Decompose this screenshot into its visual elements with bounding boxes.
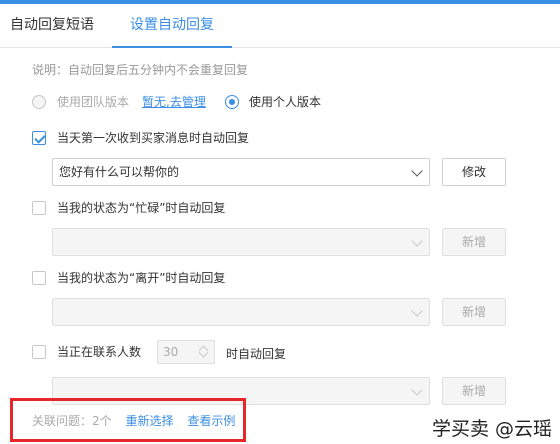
- team-version-radio[interactable]: [32, 95, 46, 109]
- busy-status-checkbox[interactable]: [32, 201, 46, 215]
- first-message-label: 当天第一次收到买家消息时自动回复: [57, 131, 250, 145]
- chevron-down-icon: [411, 305, 423, 317]
- personal-version-radio[interactable]: [225, 95, 239, 109]
- edit-button[interactable]: 修改: [442, 158, 506, 186]
- reselect-link[interactable]: 重新选择: [125, 414, 173, 428]
- view-example-link[interactable]: 查看示例: [187, 414, 235, 428]
- chevron-down-icon: [411, 235, 423, 247]
- busy-status-label: 当我的状态为“忙碌”时自动回复: [57, 201, 226, 215]
- related-questions-label: 关联问题：2个: [32, 414, 112, 428]
- busy-reply-select[interactable]: [52, 228, 430, 256]
- away-status-label: 当我的状态为“离开”时自动回复: [57, 271, 226, 285]
- first-message-reply-value: 您好有什么可以帮你的: [59, 165, 180, 179]
- first-message-reply-select[interactable]: 您好有什么可以帮你的: [52, 158, 430, 186]
- contact-count-checkbox[interactable]: [32, 345, 46, 359]
- related-questions-footer: 关联问题：2个 重新选择 查看示例: [32, 414, 235, 428]
- tab-auto-reply-settings[interactable]: 设置自动回复: [130, 4, 214, 48]
- busy-add-button[interactable]: 新增: [442, 228, 506, 256]
- contact-count-suffix: 时自动回复: [226, 347, 287, 361]
- personal-version-label: 使用个人版本: [249, 95, 322, 109]
- contact-count-label: 当正在联系人数: [57, 345, 142, 359]
- stepper-arrows-icon[interactable]: [198, 345, 210, 359]
- chevron-down-icon: [411, 384, 423, 396]
- manage-team-link[interactable]: 暂无,去管理: [142, 95, 206, 109]
- away-reply-select[interactable]: [52, 298, 430, 326]
- team-version-label: 使用团队版本: [57, 95, 130, 109]
- auto-reply-note: 说明：自动回复后五分钟内不会重复回复: [32, 63, 249, 77]
- tab-bar: 自动回复短语 设置自动回复: [0, 4, 560, 48]
- contact-count-stepper[interactable]: 30: [157, 340, 215, 364]
- watermark-text: 学买卖 @云瑶: [431, 418, 552, 440]
- contact-count-value: 30: [163, 345, 179, 359]
- active-tab-indicator: [112, 46, 232, 48]
- first-message-checkbox[interactable]: [32, 131, 46, 145]
- chevron-down-icon: [411, 165, 423, 177]
- tab-reply-phrases[interactable]: 自动回复短语: [10, 4, 94, 48]
- away-status-checkbox[interactable]: [32, 271, 46, 285]
- contact-count-add-button[interactable]: 新增: [442, 377, 506, 405]
- away-add-button[interactable]: 新增: [442, 298, 506, 326]
